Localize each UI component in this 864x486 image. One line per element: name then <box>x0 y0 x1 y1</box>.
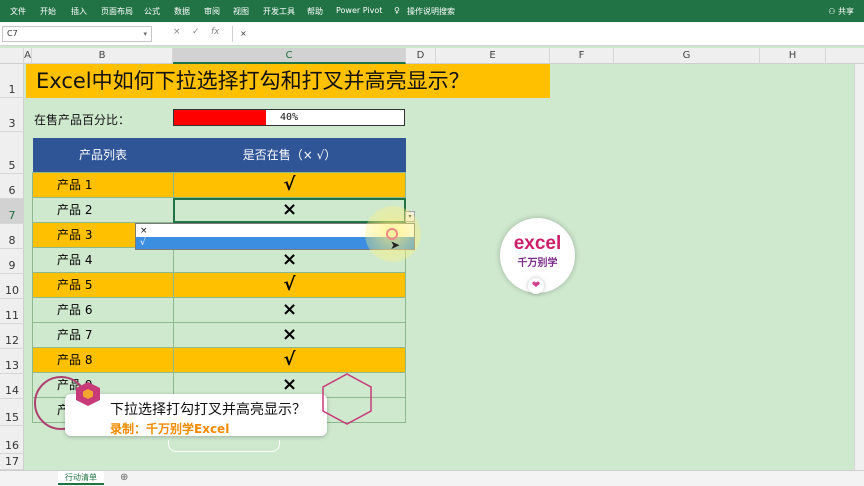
row-header-17[interactable]: 17 <box>0 454 24 470</box>
product-name-cell[interactable]: 产品 8 <box>32 346 174 373</box>
ribbon-tab-power-pivot[interactable]: Power Pivot <box>336 6 382 15</box>
ribbon-tab-data[interactable]: 数据 <box>174 6 190 17</box>
divider <box>232 26 233 42</box>
ribbon-tab-home[interactable]: 开始 <box>40 6 56 17</box>
name-box[interactable]: C7 ▾ <box>2 26 152 42</box>
ribbon-tab-view[interactable]: 视图 <box>233 6 249 17</box>
logo-text: excel <box>513 233 562 254</box>
page-title: Excel中如何下拉选择打勾和打叉并高亮显示？ <box>26 64 550 98</box>
on-sale-status-cell[interactable]: √ <box>173 271 406 298</box>
cancel-icon[interactable]: × <box>173 27 181 37</box>
caption-title: 下拉选择打勾打叉并高亮显示？ <box>110 402 306 418</box>
ribbon-tab-formulas[interactable]: 公式 <box>144 6 160 17</box>
table-row: 产品 8 √ <box>32 346 406 373</box>
logo-subtext: 千万别学 <box>517 258 558 269</box>
on-sale-status-cell[interactable]: √ <box>173 346 406 373</box>
row-header-14[interactable]: 14 <box>0 374 24 399</box>
product-name-cell[interactable]: 产品 1 <box>32 171 174 198</box>
select-all-corner[interactable] <box>0 48 24 64</box>
ribbon-tab-page-layout[interactable]: 页面布局 <box>101 6 133 17</box>
hexagon-outline-icon <box>322 373 372 425</box>
row-header-13[interactable]: 13 <box>0 349 24 374</box>
column-header-d[interactable]: D <box>406 48 436 64</box>
add-sheet-icon[interactable]: ⊕ <box>120 472 128 483</box>
caption-subtitle: 录制：千万别学Excel <box>110 422 230 436</box>
product-name-cell[interactable]: 产品 5 <box>32 271 174 298</box>
sheet-tab-bar: 行动清单 ⊕ <box>0 470 864 486</box>
lightbulb-icon: ♀ <box>394 6 400 15</box>
table-row: 产品 7 × <box>32 321 406 348</box>
on-sale-status-cell[interactable]: √ <box>173 171 406 198</box>
ribbon-tab-file[interactable]: 文件 <box>10 6 26 17</box>
user-icon: ⚇ <box>828 7 838 16</box>
product-name-cell[interactable]: 产品 4 <box>32 246 174 273</box>
decorative-pill <box>168 440 280 452</box>
tell-me-search[interactable]: 操作说明搜索 <box>407 6 455 17</box>
column-headers: A B C D E F G H <box>0 48 864 64</box>
row-header-16[interactable]: 16 <box>0 426 24 454</box>
on-sale-status-cell[interactable]: × <box>173 321 406 348</box>
name-box-value: C7 <box>7 29 18 38</box>
row-header-3[interactable]: 3 <box>0 98 24 132</box>
column-header-a[interactable]: A <box>24 48 32 64</box>
header-on-sale: 是否在售（× √） <box>173 138 406 172</box>
percent-label: 在售产品百分比： <box>34 113 131 127</box>
ribbon-tab-review[interactable]: 审阅 <box>204 6 220 17</box>
sheet-tab-action-list[interactable]: 行动清单 <box>58 471 104 485</box>
product-name-cell[interactable]: 产品 7 <box>32 321 174 348</box>
share-label: 共享 <box>838 7 854 16</box>
row-header-9[interactable]: 9 <box>0 249 24 274</box>
ribbon-tab-help[interactable]: 帮助 <box>307 6 323 17</box>
column-header-f[interactable]: F <box>550 48 614 64</box>
product-name-cell[interactable]: 产品 2 <box>32 196 174 223</box>
column-header-e[interactable]: E <box>436 48 550 64</box>
function-icon[interactable]: fx <box>211 27 220 37</box>
progress-bar: 40% <box>173 109 405 126</box>
progress-text: 40% <box>279 112 299 123</box>
ribbon-tab-insert[interactable]: 插入 <box>71 6 87 17</box>
row-headers: 1 3 5 6 7 8 9 10 11 12 13 14 15 16 17 <box>0 64 24 470</box>
product-name-cell[interactable]: 产品 6 <box>32 296 174 323</box>
formula-input[interactable]: × <box>240 29 247 38</box>
formula-bar: C7 ▾ × ✓ fx × <box>0 22 864 46</box>
row-header-1[interactable]: 1 <box>0 64 24 98</box>
table-row: 产品 5 √ <box>32 271 406 298</box>
chevron-down-icon[interactable]: ▾ <box>143 27 147 41</box>
column-header-b[interactable]: B <box>32 48 173 64</box>
header-product-list: 产品列表 <box>32 138 174 172</box>
row-header-10[interactable]: 10 <box>0 274 24 299</box>
pointer-icon: ➤ <box>390 238 401 252</box>
row-header-7[interactable]: 7 <box>0 199 24 224</box>
on-sale-status-cell[interactable]: × <box>173 296 406 323</box>
table-row: 产品 4 × <box>32 246 406 273</box>
vertical-scrollbar[interactable] <box>854 64 864 470</box>
row-header-6[interactable]: 6 <box>0 174 24 199</box>
row-header-8[interactable]: 8 <box>0 224 24 249</box>
row-header-11[interactable]: 11 <box>0 299 24 324</box>
row-header-12[interactable]: 12 <box>0 324 24 349</box>
table-row: 产品 6 × <box>32 296 406 323</box>
enter-icon[interactable]: ✓ <box>192 27 200 37</box>
ribbon-tab-developer[interactable]: 开发工具 <box>263 6 295 17</box>
table-row: 产品 1 √ <box>32 171 406 198</box>
column-header-g[interactable]: G <box>614 48 760 64</box>
row-header-5[interactable]: 5 <box>0 132 24 174</box>
ribbon-tab-bar: 文件 开始 插入 页面布局 公式 数据 审阅 视图 开发工具 帮助 Power … <box>0 0 864 22</box>
heart-icon: ❤ <box>528 278 544 294</box>
share-button[interactable]: ⚇ 共享 <box>828 6 854 17</box>
column-header-h[interactable]: H <box>760 48 826 64</box>
table-header-row: 产品列表 是否在售（× √） <box>32 138 406 172</box>
column-header-c[interactable]: C <box>173 48 406 64</box>
row-header-15[interactable]: 15 <box>0 399 24 426</box>
